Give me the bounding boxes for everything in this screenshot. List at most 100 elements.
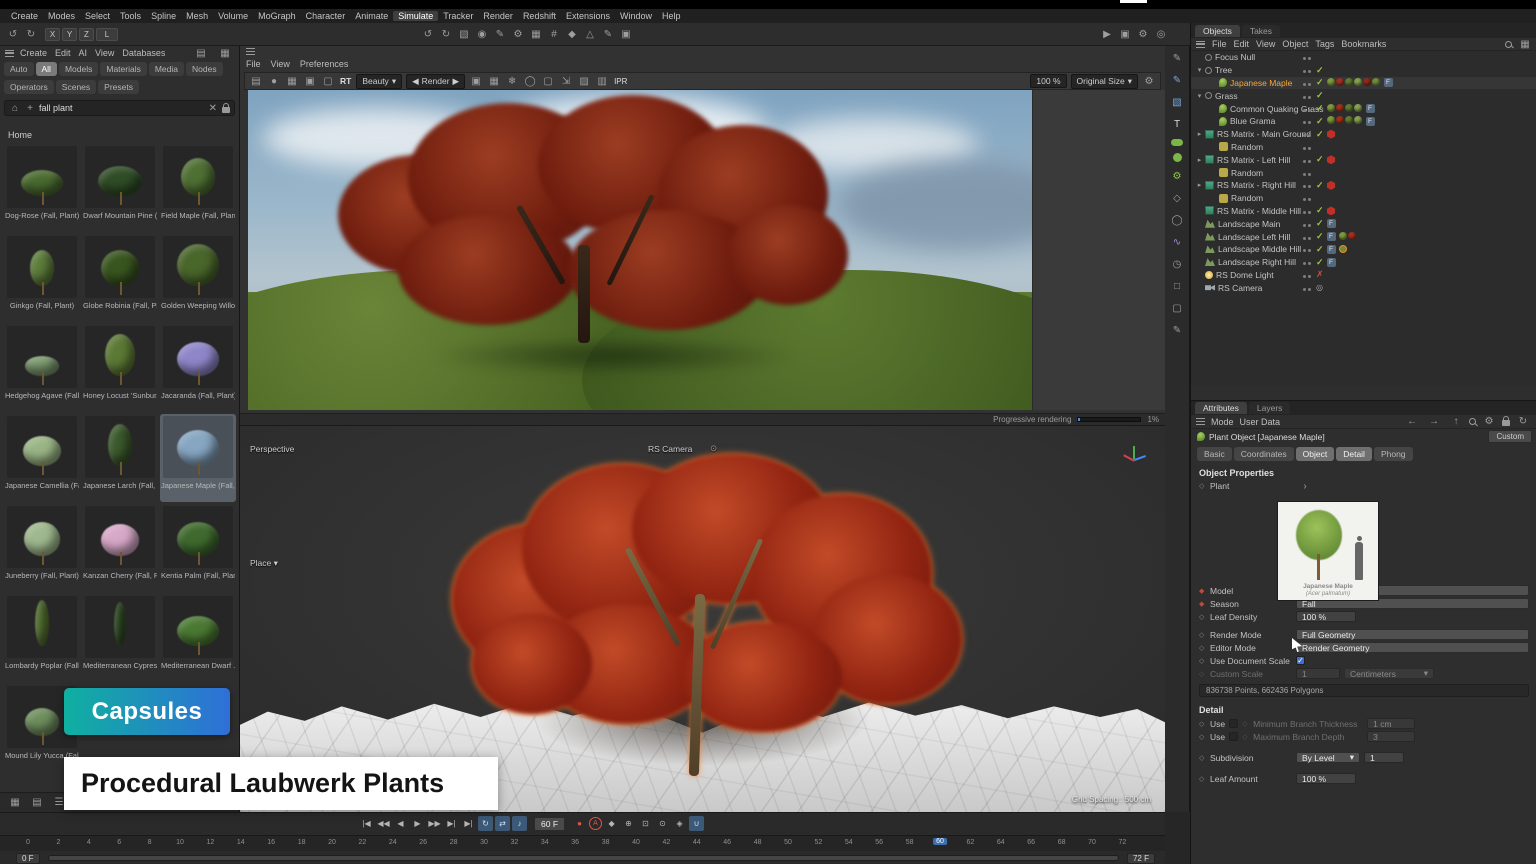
render-mode-dropdown[interactable]: Full Geometry: [1296, 629, 1529, 640]
cube-icon[interactable]: ▧: [1169, 95, 1185, 110]
object-row-landscape-left-hill[interactable]: Landscape Left Hill✓F: [1191, 230, 1536, 243]
camera-target-icon[interactable]: ◎: [1316, 283, 1323, 292]
dashed-box-icon[interactable]: ▢: [540, 74, 556, 89]
menu-ai[interactable]: AI: [79, 48, 88, 58]
menu-media[interactable]: Media: [149, 62, 184, 76]
field-tag-badge[interactable]: F: [1327, 245, 1336, 254]
leaf-amount-field[interactable]: 100 %: [1296, 773, 1356, 784]
menu-animate[interactable]: Animate: [350, 11, 393, 21]
visibility-dots[interactable]: [1303, 206, 1313, 216]
pattern-icon[interactable]: ▨: [576, 74, 592, 89]
object-row-rs-matrix-left-hill[interactable]: ▸RS Matrix - Left Hill✓: [1191, 153, 1536, 166]
object-row-rs-matrix-main-ground[interactable]: ▸RS Matrix - Main Ground✓: [1191, 128, 1536, 141]
snowflake-icon[interactable]: ❄: [504, 74, 520, 89]
panel-options-icon[interactable]: ▦: [217, 46, 233, 61]
material-swatch-selected[interactable]: [1339, 245, 1347, 253]
autokey-icon[interactable]: A: [589, 817, 602, 830]
render-nav-dropdown[interactable]: ◀Render▶: [406, 74, 465, 89]
gear-icon[interactable]: ⚙: [1481, 414, 1497, 429]
menu-icon[interactable]: [1196, 418, 1205, 425]
menu-select[interactable]: Select: [80, 11, 115, 21]
anim-marker[interactable]: ◇: [1199, 631, 1206, 639]
keyframe-marker[interactable]: ◆: [1199, 600, 1206, 608]
object-row-rs-dome-light[interactable]: RS Dome Light✗: [1191, 269, 1536, 282]
enabled-check-icon[interactable]: ✓: [1316, 103, 1324, 114]
anim-marker[interactable]: ◇: [1242, 733, 1249, 741]
enabled-check-icon[interactable]: ✓: [1316, 180, 1324, 191]
object-row-landscape-middle-hill[interactable]: Landscape Middle Hill✓F: [1191, 243, 1536, 256]
menu-object[interactable]: Object: [1282, 39, 1308, 49]
enabled-check-icon[interactable]: ✓: [1316, 154, 1324, 165]
magnet-icon[interactable]: ∪: [689, 816, 704, 831]
object-row-rs-camera[interactable]: RS Camera◎: [1191, 281, 1536, 294]
view-label[interactable]: Perspective: [250, 444, 294, 454]
menu-nodes[interactable]: Nodes: [186, 62, 223, 76]
menu-file[interactable]: File: [246, 59, 261, 69]
slate-icon[interactable]: ▤: [248, 74, 264, 89]
visibility-dots[interactable]: [1303, 257, 1313, 267]
anim-marker[interactable]: ◇: [1199, 670, 1206, 678]
menu-icon[interactable]: [1196, 41, 1205, 48]
menu-bookmarks[interactable]: Bookmarks: [1341, 39, 1386, 49]
enabled-check-icon[interactable]: ✓: [1316, 90, 1324, 101]
attr-tab-detail[interactable]: Detail: [1336, 447, 1372, 461]
redshift-material-icon[interactable]: [1327, 155, 1336, 164]
menu-character[interactable]: Character: [301, 11, 351, 21]
sound-icon[interactable]: ♪: [512, 816, 527, 831]
visibility-dots[interactable]: [1303, 168, 1313, 178]
next-frame-icon[interactable]: ▶▶: [427, 816, 442, 831]
min-branch-field[interactable]: 1 cm: [1367, 718, 1415, 729]
enabled-check-icon[interactable]: ✓: [1316, 257, 1324, 268]
enabled-check-icon[interactable]: ✓: [1316, 116, 1324, 127]
plant-tile-mediterranean-dwarf[interactable]: Mediterranean Dwarf ...: [160, 594, 236, 682]
coordinate-system-button[interactable]: L: [96, 28, 118, 41]
position-key-icon[interactable]: ⊕: [621, 816, 636, 831]
plant-tile-dwarf-mountain-pine-f[interactable]: Dwarf Mountain Pine (F...: [82, 144, 158, 232]
next-key-icon[interactable]: ▶|: [444, 816, 459, 831]
scale-key-icon[interactable]: ⊡: [638, 816, 653, 831]
wave-icon[interactable]: ∿: [1169, 235, 1185, 250]
object-row-random[interactable]: Random: [1191, 166, 1536, 179]
menu-presets[interactable]: Presets: [98, 80, 139, 94]
anim-marker[interactable]: ◇: [1199, 644, 1206, 652]
size-dropdown[interactable]: Original Size▾: [1071, 74, 1138, 89]
field-tag-badge[interactable]: F: [1327, 219, 1336, 228]
object-row-common-quaking-grass[interactable]: Common Quaking Grass✓F: [1191, 102, 1536, 115]
expand-arrow-icon[interactable]: ▸: [1195, 130, 1204, 138]
menu-create[interactable]: Create: [20, 48, 47, 58]
back-arrow-icon[interactable]: ←: [1404, 414, 1420, 429]
end-frame-field[interactable]: 72 F: [1127, 853, 1155, 864]
layers-icon[interactable]: ▥: [594, 74, 610, 89]
field-tag-badge[interactable]: F: [1384, 78, 1393, 87]
pencil-icon[interactable]: ✎: [1169, 323, 1185, 338]
editor-mode-dropdown[interactable]: Render Geometry: [1296, 642, 1529, 653]
visibility-dots[interactable]: [1303, 270, 1313, 280]
visibility-dots[interactable]: [1303, 116, 1313, 126]
forward-arrow-icon[interactable]: →: [1426, 414, 1442, 429]
record-icon[interactable]: ●: [572, 816, 587, 831]
menu-extensions[interactable]: Extensions: [561, 11, 615, 21]
render-settings-icon[interactable]: ⚙: [1135, 27, 1151, 42]
plant-tile-japanese-camellia-fal[interactable]: Japanese Camellia (Fal...: [4, 414, 80, 502]
clear-search-icon[interactable]: ✕: [209, 101, 217, 116]
menu-edit[interactable]: Edit: [1234, 39, 1250, 49]
visibility-dots[interactable]: [1303, 155, 1313, 165]
plant-tile-kentia-palm-fall-plant[interactable]: Kentia Palm (Fall, Plant): [160, 504, 236, 592]
min-branch-use-checkbox[interactable]: [1229, 719, 1238, 728]
axis-toggle-y[interactable]: Y: [62, 28, 77, 41]
expand-arrow-icon[interactable]: ▸: [1195, 181, 1204, 189]
object-row-tree[interactable]: ▾Tree✓: [1191, 64, 1536, 77]
viewport-menu-icon[interactable]: [246, 48, 255, 55]
material-swatches[interactable]: [1339, 232, 1357, 242]
visibility-dots[interactable]: [1303, 244, 1313, 254]
object-row-grass[interactable]: ▾Grass✓: [1191, 89, 1536, 102]
material-swatches[interactable]: [1327, 116, 1363, 126]
menu-icon[interactable]: [5, 50, 14, 57]
anim-marker[interactable]: ◇: [1199, 775, 1206, 783]
menu-objects[interactable]: Objects: [1195, 25, 1240, 37]
object-row-landscape-right-hill[interactable]: Landscape Right Hill✓F: [1191, 256, 1536, 269]
object-row-random[interactable]: Random: [1191, 141, 1536, 154]
menu-file[interactable]: File: [1212, 39, 1227, 49]
object-row-rs-matrix-middle-hill[interactable]: RS Matrix - Middle Hill✓: [1191, 205, 1536, 218]
field-tag-badge[interactable]: F: [1327, 258, 1336, 267]
